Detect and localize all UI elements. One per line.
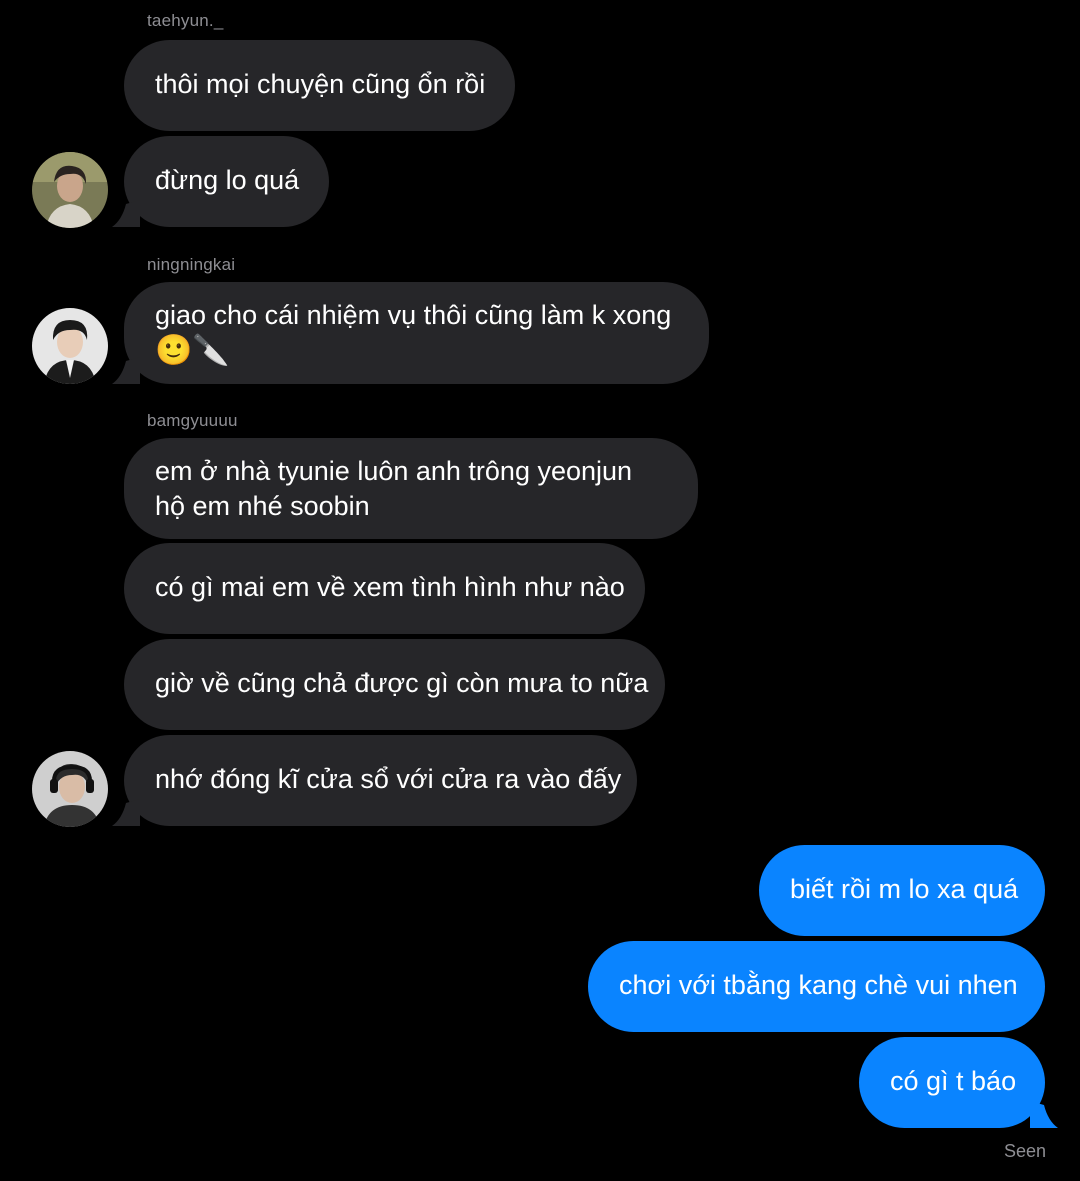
message-text: có gì t báo [890,1066,1017,1096]
message-bubble[interactable]: có gì mai em về xem tình hình như nào [124,543,645,634]
bubble-tail-icon [1030,1101,1058,1128]
message-text: giao cho cái nhiệm vụ thôi cũng làm k xo… [155,300,672,330]
bubble-tail-icon [112,200,140,227]
message-bubble[interactable]: giờ về cũng chả được gì còn mưa to nữa [124,639,665,730]
sender-name: bamgyuuuu [147,411,238,430]
slightly-smiling-face-icon: 🙂 [155,333,193,368]
message-text: thôi mọi chuyện cũng ổn rồi [155,69,486,99]
message-bubble[interactable]: giao cho cái nhiệm vụ thôi cũng làm k xo… [124,282,709,384]
bubble-tail-icon [112,799,140,826]
message-bubble[interactable]: em ở nhà tyunie luôn anh trông yeonjun h… [124,438,698,539]
message-text: nhớ đóng kĩ cửa sổ với cửa ra vào đấy [155,764,622,794]
avatar-bamgyuuuu[interactable] [32,751,108,827]
message-text: đừng lo quá [155,165,300,195]
message-bubble[interactable]: có gì t báo [859,1037,1045,1128]
bubble-tail-icon [112,357,140,384]
avatar-taehyun[interactable] [32,152,108,228]
message-text: chơi với tbằng kang chè vui nhen [619,970,1018,1000]
message-text: có gì mai em về xem tình hình như nào [155,572,625,602]
message-text: giờ về cũng chả được gì còn mưa to nữa [155,668,649,698]
sender-name: taehyun._ [147,11,224,30]
message-bubble[interactable]: thôi mọi chuyện cũng ổn rồi [124,40,515,131]
message-text: biết rồi m lo xa quá [790,874,1019,904]
message-bubble[interactable]: nhớ đóng kĩ cửa sổ với cửa ra vào đấy [124,735,637,826]
sender-name: ningningkai [147,255,236,274]
seen-indicator: Seen [1003,1141,1046,1161]
message-bubble[interactable]: đừng lo quá [124,136,329,227]
avatar-ningningkai[interactable] [32,308,108,384]
knife-icon: 🔪 [192,333,230,368]
message-bubble[interactable]: chơi với tbằng kang chè vui nhen [588,941,1045,1032]
avatar-photo [32,152,108,228]
message-bubble[interactable]: biết rồi m lo xa quá [759,845,1045,936]
avatar-photo [32,308,108,384]
avatar-photo [32,751,108,827]
message-text: em ở nhà tyunie luôn anh trông yeonjun h… [155,456,633,521]
